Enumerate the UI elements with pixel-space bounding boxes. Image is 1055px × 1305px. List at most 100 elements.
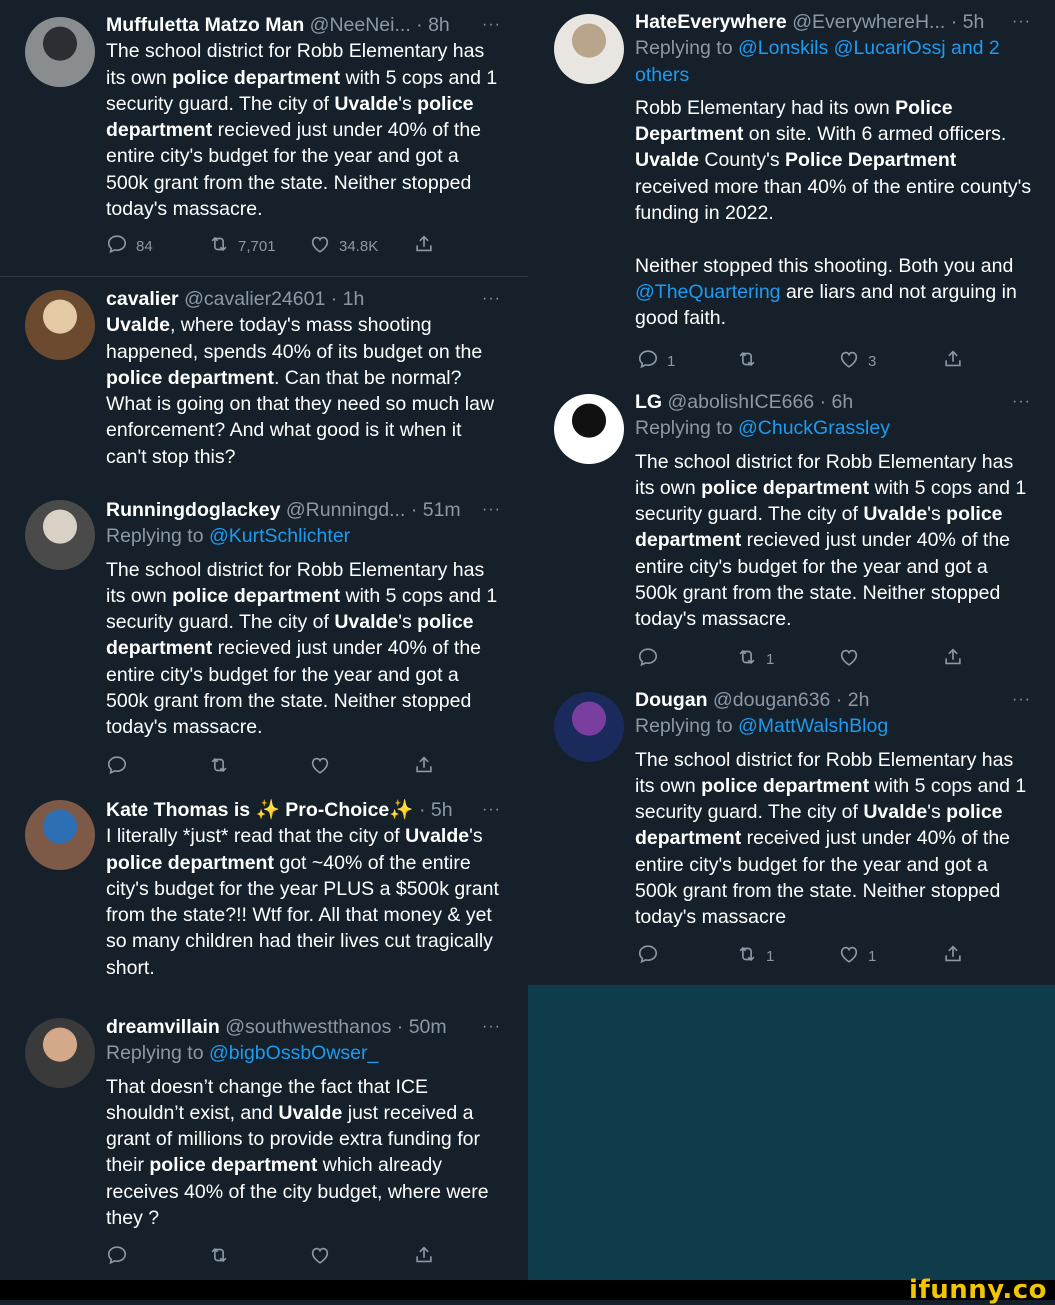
like-button[interactable]: 34.8K xyxy=(309,233,378,259)
timestamp[interactable]: · 2h xyxy=(836,689,870,711)
handle[interactable]: @dougan636 xyxy=(713,689,830,711)
share-icon[interactable] xyxy=(413,233,435,259)
timestamp[interactable]: · 5h xyxy=(419,799,453,821)
display-name[interactable]: HateEverywhere xyxy=(635,11,787,33)
avatar[interactable] xyxy=(554,394,624,464)
bold-text: police department xyxy=(172,66,341,89)
reply-button[interactable]: 84 xyxy=(106,233,153,259)
share-button[interactable] xyxy=(942,646,964,672)
share-icon[interactable] xyxy=(413,754,435,780)
reply-icon[interactable] xyxy=(637,943,659,969)
retweet-icon[interactable] xyxy=(208,1244,230,1270)
replying-targets[interactable]: @ChuckGrassley xyxy=(738,417,890,439)
avatar[interactable] xyxy=(554,692,624,762)
retweet-button[interactable] xyxy=(208,1244,238,1270)
handle[interactable]: @southwestthanos xyxy=(225,1016,391,1038)
bold-text: Uvalde xyxy=(863,801,928,824)
tweet-text: The school district for Robb Elementary … xyxy=(106,38,506,222)
like-icon[interactable] xyxy=(838,943,860,969)
display-name[interactable]: cavalier xyxy=(106,288,179,310)
like-button[interactable] xyxy=(309,754,339,780)
reply-icon[interactable] xyxy=(106,1244,128,1270)
retweet-icon[interactable] xyxy=(208,754,230,780)
handle[interactable]: @Runningd... xyxy=(286,499,406,521)
handle[interactable]: @NeeNei... xyxy=(310,14,411,36)
avatar[interactable] xyxy=(25,290,95,360)
replying-targets[interactable]: @bigbOssbOwser_ xyxy=(209,1042,378,1064)
avatar[interactable] xyxy=(554,14,624,84)
display-name[interactable]: Runningdoglackey xyxy=(106,499,280,521)
share-button[interactable] xyxy=(942,348,964,374)
like-count: 34.8K xyxy=(339,237,379,255)
timestamp[interactable]: · 1h xyxy=(331,288,365,310)
retweet-icon[interactable] xyxy=(736,348,758,374)
share-button[interactable] xyxy=(413,754,435,780)
share-icon[interactable] xyxy=(942,943,964,969)
reply-button[interactable] xyxy=(106,754,136,780)
like-icon[interactable] xyxy=(309,1244,331,1270)
replying-label: Replying to xyxy=(635,715,738,738)
handle[interactable]: @abolishICE666 xyxy=(668,391,815,413)
like-icon[interactable] xyxy=(838,348,860,374)
share-icon[interactable] xyxy=(942,646,964,672)
reply-icon[interactable] xyxy=(106,754,128,780)
share-icon[interactable] xyxy=(413,1244,435,1270)
reply-icon[interactable] xyxy=(637,348,659,374)
retweet-button[interactable]: 1 xyxy=(736,646,774,672)
display-name[interactable]: dreamvillain xyxy=(106,1016,220,1038)
tweet-text: The school district for Robb Elementary … xyxy=(635,747,1035,931)
bold-text: Uvalde xyxy=(334,92,399,115)
reply-button[interactable] xyxy=(637,646,667,672)
like-button[interactable] xyxy=(309,1244,339,1270)
handle[interactable]: @cavalier24601 xyxy=(184,288,325,310)
reply-button[interactable] xyxy=(106,1244,136,1270)
retweet-icon[interactable] xyxy=(736,646,758,672)
retweet-button[interactable]: 1 xyxy=(736,943,774,969)
avatar[interactable] xyxy=(25,17,95,87)
reply-count: 84 xyxy=(136,237,153,255)
text-segment: County's xyxy=(698,149,786,172)
display-name[interactable]: Dougan xyxy=(635,689,708,711)
timestamp[interactable]: · 6h xyxy=(820,391,854,413)
replying-to: Replying to @MattWalshBlog xyxy=(635,713,1035,739)
timestamp[interactable]: · 5h xyxy=(951,11,985,33)
like-icon[interactable] xyxy=(309,233,331,259)
tweet-header: Muffuletta Matzo Man @NeeNei... · 8h xyxy=(106,12,506,38)
like-icon[interactable] xyxy=(309,754,331,780)
avatar[interactable] xyxy=(25,800,95,870)
retweet-button[interactable] xyxy=(208,754,238,780)
share-button[interactable] xyxy=(413,1244,435,1270)
share-icon[interactable] xyxy=(942,348,964,374)
bold-text: police department xyxy=(172,584,341,607)
display-name[interactable]: Kate Thomas is ✨ Pro-Choice✨ xyxy=(106,799,414,821)
tweet-text: Uvalde, where today's mass shooting happ… xyxy=(106,312,506,470)
bold-text: Uvalde xyxy=(405,825,470,848)
timestamp[interactable]: · 8h xyxy=(416,14,450,36)
display-name[interactable]: Muffuletta Matzo Man xyxy=(106,14,304,36)
replying-label: Replying to xyxy=(106,1042,209,1065)
reply-icon[interactable] xyxy=(106,233,128,259)
reply-button[interactable]: 1 xyxy=(637,348,675,374)
replying-targets[interactable]: @KurtSchlichter xyxy=(209,525,350,547)
reply-button[interactable] xyxy=(637,943,667,969)
retweet-icon[interactable] xyxy=(736,943,758,969)
share-button[interactable] xyxy=(942,943,964,969)
like-button[interactable]: 1 xyxy=(838,943,876,969)
handle[interactable]: @EverywhereH... xyxy=(792,11,945,33)
avatar[interactable] xyxy=(25,500,95,570)
timestamp[interactable]: · 51m xyxy=(411,499,461,521)
mention-link[interactable]: @TheQuartering xyxy=(635,281,781,303)
retweet-button[interactable] xyxy=(736,348,766,374)
bold-text: police department xyxy=(106,366,274,389)
retweet-button[interactable]: 7,701 xyxy=(208,233,276,259)
retweet-icon[interactable] xyxy=(208,233,230,259)
display-name[interactable]: LG xyxy=(635,391,662,413)
share-button[interactable] xyxy=(413,233,435,259)
avatar[interactable] xyxy=(25,1018,95,1088)
like-button[interactable]: 3 xyxy=(838,348,876,374)
like-button[interactable] xyxy=(838,646,868,672)
timestamp[interactable]: · 50m xyxy=(397,1016,447,1038)
reply-icon[interactable] xyxy=(637,646,659,672)
like-icon[interactable] xyxy=(838,646,860,672)
replying-targets[interactable]: @MattWalshBlog xyxy=(738,715,888,737)
